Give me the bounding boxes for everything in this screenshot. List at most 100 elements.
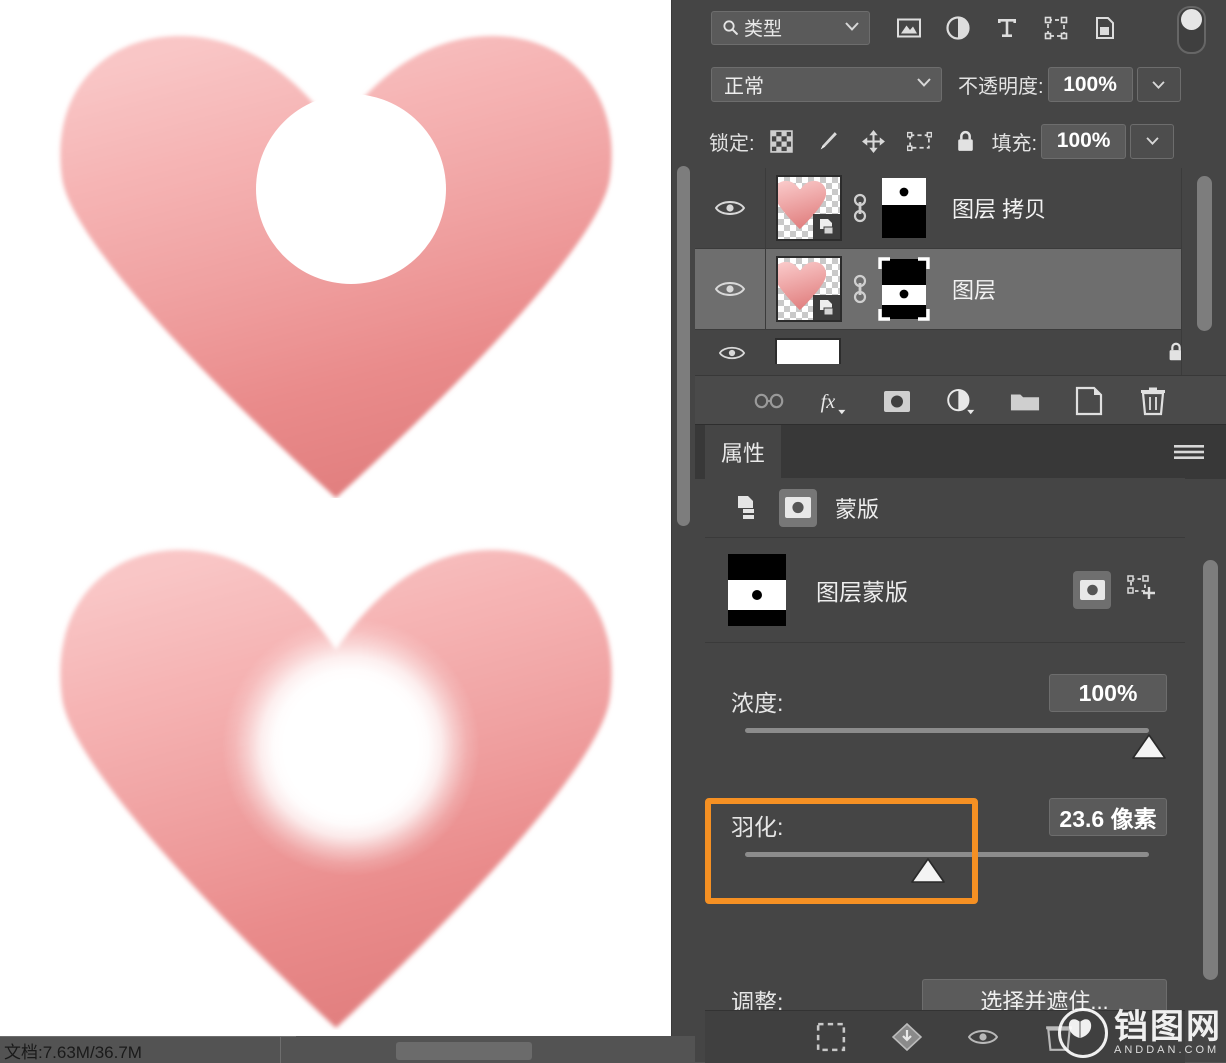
eye-icon[interactable] bbox=[719, 344, 745, 362]
feather-slider-track[interactable] bbox=[745, 852, 1149, 857]
image-filter-icon[interactable] bbox=[896, 15, 922, 41]
feather-value-input[interactable]: 23.6 像素 bbox=[1049, 798, 1167, 836]
lock-transparency-icon[interactable] bbox=[769, 129, 794, 154]
density-value-input[interactable]: 100% bbox=[1049, 674, 1167, 712]
layer-mask-preview[interactable] bbox=[728, 554, 786, 626]
chevron-down-icon bbox=[845, 21, 859, 31]
panel-menu-icon[interactable] bbox=[1174, 444, 1204, 460]
feather-label: 羽化: bbox=[731, 814, 784, 840]
layer-thumbnail[interactable] bbox=[775, 338, 841, 364]
layer-visibility-toggle[interactable] bbox=[695, 168, 766, 248]
layer-list[interactable]: 图层 拷贝 图层 bbox=[695, 168, 1226, 375]
filter-enable-toggle[interactable] bbox=[1177, 6, 1206, 54]
adjustment-layer-icon[interactable] bbox=[946, 386, 976, 416]
lock-icons bbox=[769, 129, 978, 154]
mask-item-label: 图层蒙版 bbox=[816, 579, 908, 605]
link-layers-icon[interactable] bbox=[754, 386, 784, 416]
opacity-label: 不透明度: bbox=[958, 76, 1044, 98]
sharp-circle-cutout bbox=[256, 94, 446, 284]
properties-scrollbar-thumb[interactable] bbox=[1203, 560, 1218, 980]
layer-visibility-toggle[interactable] bbox=[695, 249, 766, 329]
layer-style-fx-icon[interactable]: fx bbox=[818, 386, 848, 416]
density-slider-thumb[interactable] bbox=[1132, 734, 1166, 760]
layer-mask-thumbnail-selected[interactable] bbox=[878, 257, 930, 321]
watermark-brand: 铛图网 bbox=[1114, 1008, 1222, 1046]
smart-object-filter-icon[interactable] bbox=[1092, 15, 1118, 41]
chevron-down-icon bbox=[1152, 80, 1165, 89]
layers-panel: 类型 正常 不透明度: 100% 锁定: 填充: 100% 图层 拷贝 图层 f… bbox=[695, 0, 1226, 425]
table-row[interactable]: 图层 bbox=[695, 249, 1182, 330]
opacity-stepper[interactable] bbox=[1136, 67, 1181, 102]
select-pixel-mask-icon[interactable] bbox=[1073, 571, 1111, 609]
load-selection-icon[interactable] bbox=[816, 1022, 846, 1052]
fill-label: 填充: bbox=[991, 132, 1038, 155]
layer-filter-icons bbox=[896, 15, 1118, 41]
mask-header-label: 蒙版 bbox=[835, 496, 880, 522]
mask-selection-brackets-icon bbox=[878, 257, 930, 321]
mask-preview-top-white bbox=[882, 178, 926, 238]
lock-all-icon[interactable] bbox=[953, 129, 978, 154]
filter-toggle-knob bbox=[1181, 9, 1202, 30]
density-label: 浓度: bbox=[731, 690, 784, 716]
blend-mode-select[interactable]: 正常 bbox=[711, 67, 942, 102]
tab-properties[interactable]: 属性 bbox=[705, 425, 781, 479]
new-layer-icon[interactable] bbox=[1074, 386, 1104, 416]
smart-object-icon bbox=[820, 299, 834, 315]
layer-thumbnail[interactable] bbox=[776, 175, 842, 241]
right-dock: 类型 正常 不透明度: 100% 锁定: 填充: 100% 图层 拷贝 图层 f… bbox=[695, 0, 1226, 1063]
heart-feathered-circle bbox=[52, 540, 620, 1030]
new-group-icon[interactable] bbox=[1010, 386, 1040, 416]
status-bar-divider bbox=[280, 1037, 281, 1063]
layer-mask-thumbnail[interactable] bbox=[878, 176, 930, 240]
fill-stepper[interactable] bbox=[1130, 123, 1175, 159]
smart-object-icon bbox=[820, 218, 834, 234]
lock-icon bbox=[1169, 342, 1182, 361]
layer-name[interactable]: 图层 bbox=[952, 273, 996, 305]
text-filter-icon[interactable] bbox=[994, 15, 1020, 41]
status-bar-scroll-pill[interactable] bbox=[396, 1042, 532, 1060]
lock-row: 锁定: 填充: 100% bbox=[695, 114, 1226, 169]
toggle-mask-icon[interactable] bbox=[968, 1022, 998, 1052]
lock-image-icon[interactable] bbox=[815, 129, 840, 154]
mask-type-icon[interactable] bbox=[735, 494, 761, 522]
pixel-mask-button[interactable] bbox=[779, 488, 817, 527]
mask-item-row[interactable]: 图层蒙版 bbox=[705, 538, 1185, 643]
layer-filter-type-select[interactable]: 类型 bbox=[711, 10, 870, 45]
canvas-area[interactable] bbox=[0, 0, 671, 1036]
pixel-mask-icon bbox=[1079, 580, 1105, 600]
lock-position-icon[interactable] bbox=[861, 129, 886, 154]
chevron-down-icon bbox=[917, 78, 931, 87]
layer-name[interactable]: 图层 拷贝 bbox=[952, 192, 1046, 224]
watermark: 铛图网 ANDDAN.COM bbox=[1058, 1008, 1222, 1058]
shape-filter-icon[interactable] bbox=[1043, 15, 1069, 41]
delete-layer-icon[interactable] bbox=[1138, 386, 1168, 416]
density-slider-track[interactable] bbox=[745, 728, 1149, 733]
add-mask-icon[interactable] bbox=[882, 386, 912, 416]
chevron-down-icon bbox=[1146, 137, 1159, 145]
select-vector-mask-icon[interactable] bbox=[1125, 573, 1161, 607]
layers-scrollbar-thumb[interactable] bbox=[1197, 176, 1212, 331]
smart-object-badge-icon bbox=[813, 214, 840, 239]
feather-slider-thumb[interactable] bbox=[911, 858, 945, 884]
apply-mask-icon[interactable] bbox=[892, 1022, 922, 1052]
watermark-logo-icon bbox=[1058, 1008, 1108, 1058]
lock-artboard-icon[interactable] bbox=[906, 129, 932, 154]
smart-object-badge-icon bbox=[813, 295, 840, 320]
document-size-text: 文档:7.63M/36.7M bbox=[4, 1042, 142, 1062]
fill-input[interactable]: 100% bbox=[1041, 123, 1127, 159]
canvas-vertical-scrollbar-thumb[interactable] bbox=[677, 166, 690, 526]
feathered-circle-cutout bbox=[222, 618, 480, 876]
watermark-domain: ANDDAN.COM bbox=[1114, 1044, 1220, 1056]
blend-mode-row: 正常 不透明度: 100% bbox=[695, 55, 1226, 115]
eye-icon bbox=[715, 201, 745, 215]
link-mask-icon[interactable] bbox=[850, 272, 870, 306]
link-mask-icon[interactable] bbox=[850, 191, 870, 225]
adjustment-filter-icon[interactable] bbox=[945, 15, 971, 41]
table-row[interactable] bbox=[695, 330, 1182, 364]
layer-thumbnail[interactable] bbox=[776, 256, 842, 322]
mask-header-row: 蒙版 bbox=[705, 478, 1185, 538]
table-row[interactable]: 图层 拷贝 bbox=[695, 168, 1182, 249]
layer-filter-row: 类型 bbox=[695, 0, 1226, 56]
photoshop-window: 文档:7.63M/36.7M › 类型 bbox=[0, 0, 1226, 1063]
opacity-input[interactable]: 100% bbox=[1047, 67, 1133, 102]
